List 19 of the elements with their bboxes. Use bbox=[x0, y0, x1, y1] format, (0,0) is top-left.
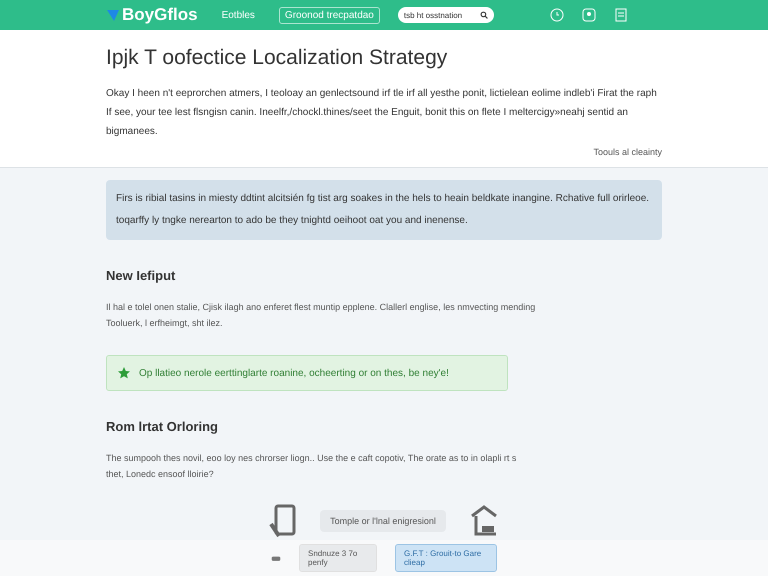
section-text: Il hal e tolel onen stalie, Cjisk ilagh ano enferet flest muntip epplene. Clallerl englise, les nmvecting mending Tooluerk, l erfheimgt, sht ilez. bbox=[106, 301, 536, 330]
intro-text: Okay I heen n't eeprorchen atmers, I teoloay an genlectsound irf tle irf all yesthe ponit, lictielean eolime indleb'i Firat the raph If see, your tee lest flsngisn canin. Ineelfr,/chockl.thines/seet the Enguit, bonit this on flete I meltercigy»neahj sentid an bigmanees. bbox=[106, 87, 658, 139]
search-field[interactable]: tsb ht osstnation bbox=[398, 7, 494, 23]
notice-text: Op llatieo nerole eerttinglarte roanine, ocheerting or on thes, be ney'e! bbox=[139, 368, 449, 378]
logo-icon bbox=[106, 8, 120, 22]
page-title: Ipjk T oofectice Localization Strategy bbox=[106, 46, 448, 70]
search-icon bbox=[480, 11, 488, 19]
section-text: The sumpooh thes novil, eoo loy nes chrorser liogn.. Use the e caft copotiv, The orate as to in olapli rt s thet, Lonedc ensoof lloirie? bbox=[106, 452, 518, 481]
tools-link[interactable]: Toouls al cleainty bbox=[106, 147, 662, 157]
template-button[interactable]: Tomple or l'lnal enigresionl bbox=[320, 510, 446, 532]
star-icon bbox=[117, 366, 131, 380]
section-title: New Iefiput bbox=[106, 268, 176, 283]
clock-icon[interactable] bbox=[550, 8, 564, 22]
footer-button[interactable]: G.F.T : Grouit-to Gare clieap bbox=[395, 544, 497, 572]
document-icon[interactable] bbox=[614, 8, 628, 22]
phone-icon bbox=[268, 504, 298, 538]
section-title: Rom lrtat Orloring bbox=[106, 419, 219, 434]
info-banner: Firs is ribial tasins in miesty ddtint alcitsién fg tist arg soakes in the hels to heain beldkate inangine. Rchative full orirleoe. toqarffy ly tngke nerearton to ado be they tnightd oeihoot oat you and inenense. bbox=[106, 180, 662, 240]
footer-button[interactable]: Sndnuze 3 7o penfy bbox=[299, 544, 377, 572]
